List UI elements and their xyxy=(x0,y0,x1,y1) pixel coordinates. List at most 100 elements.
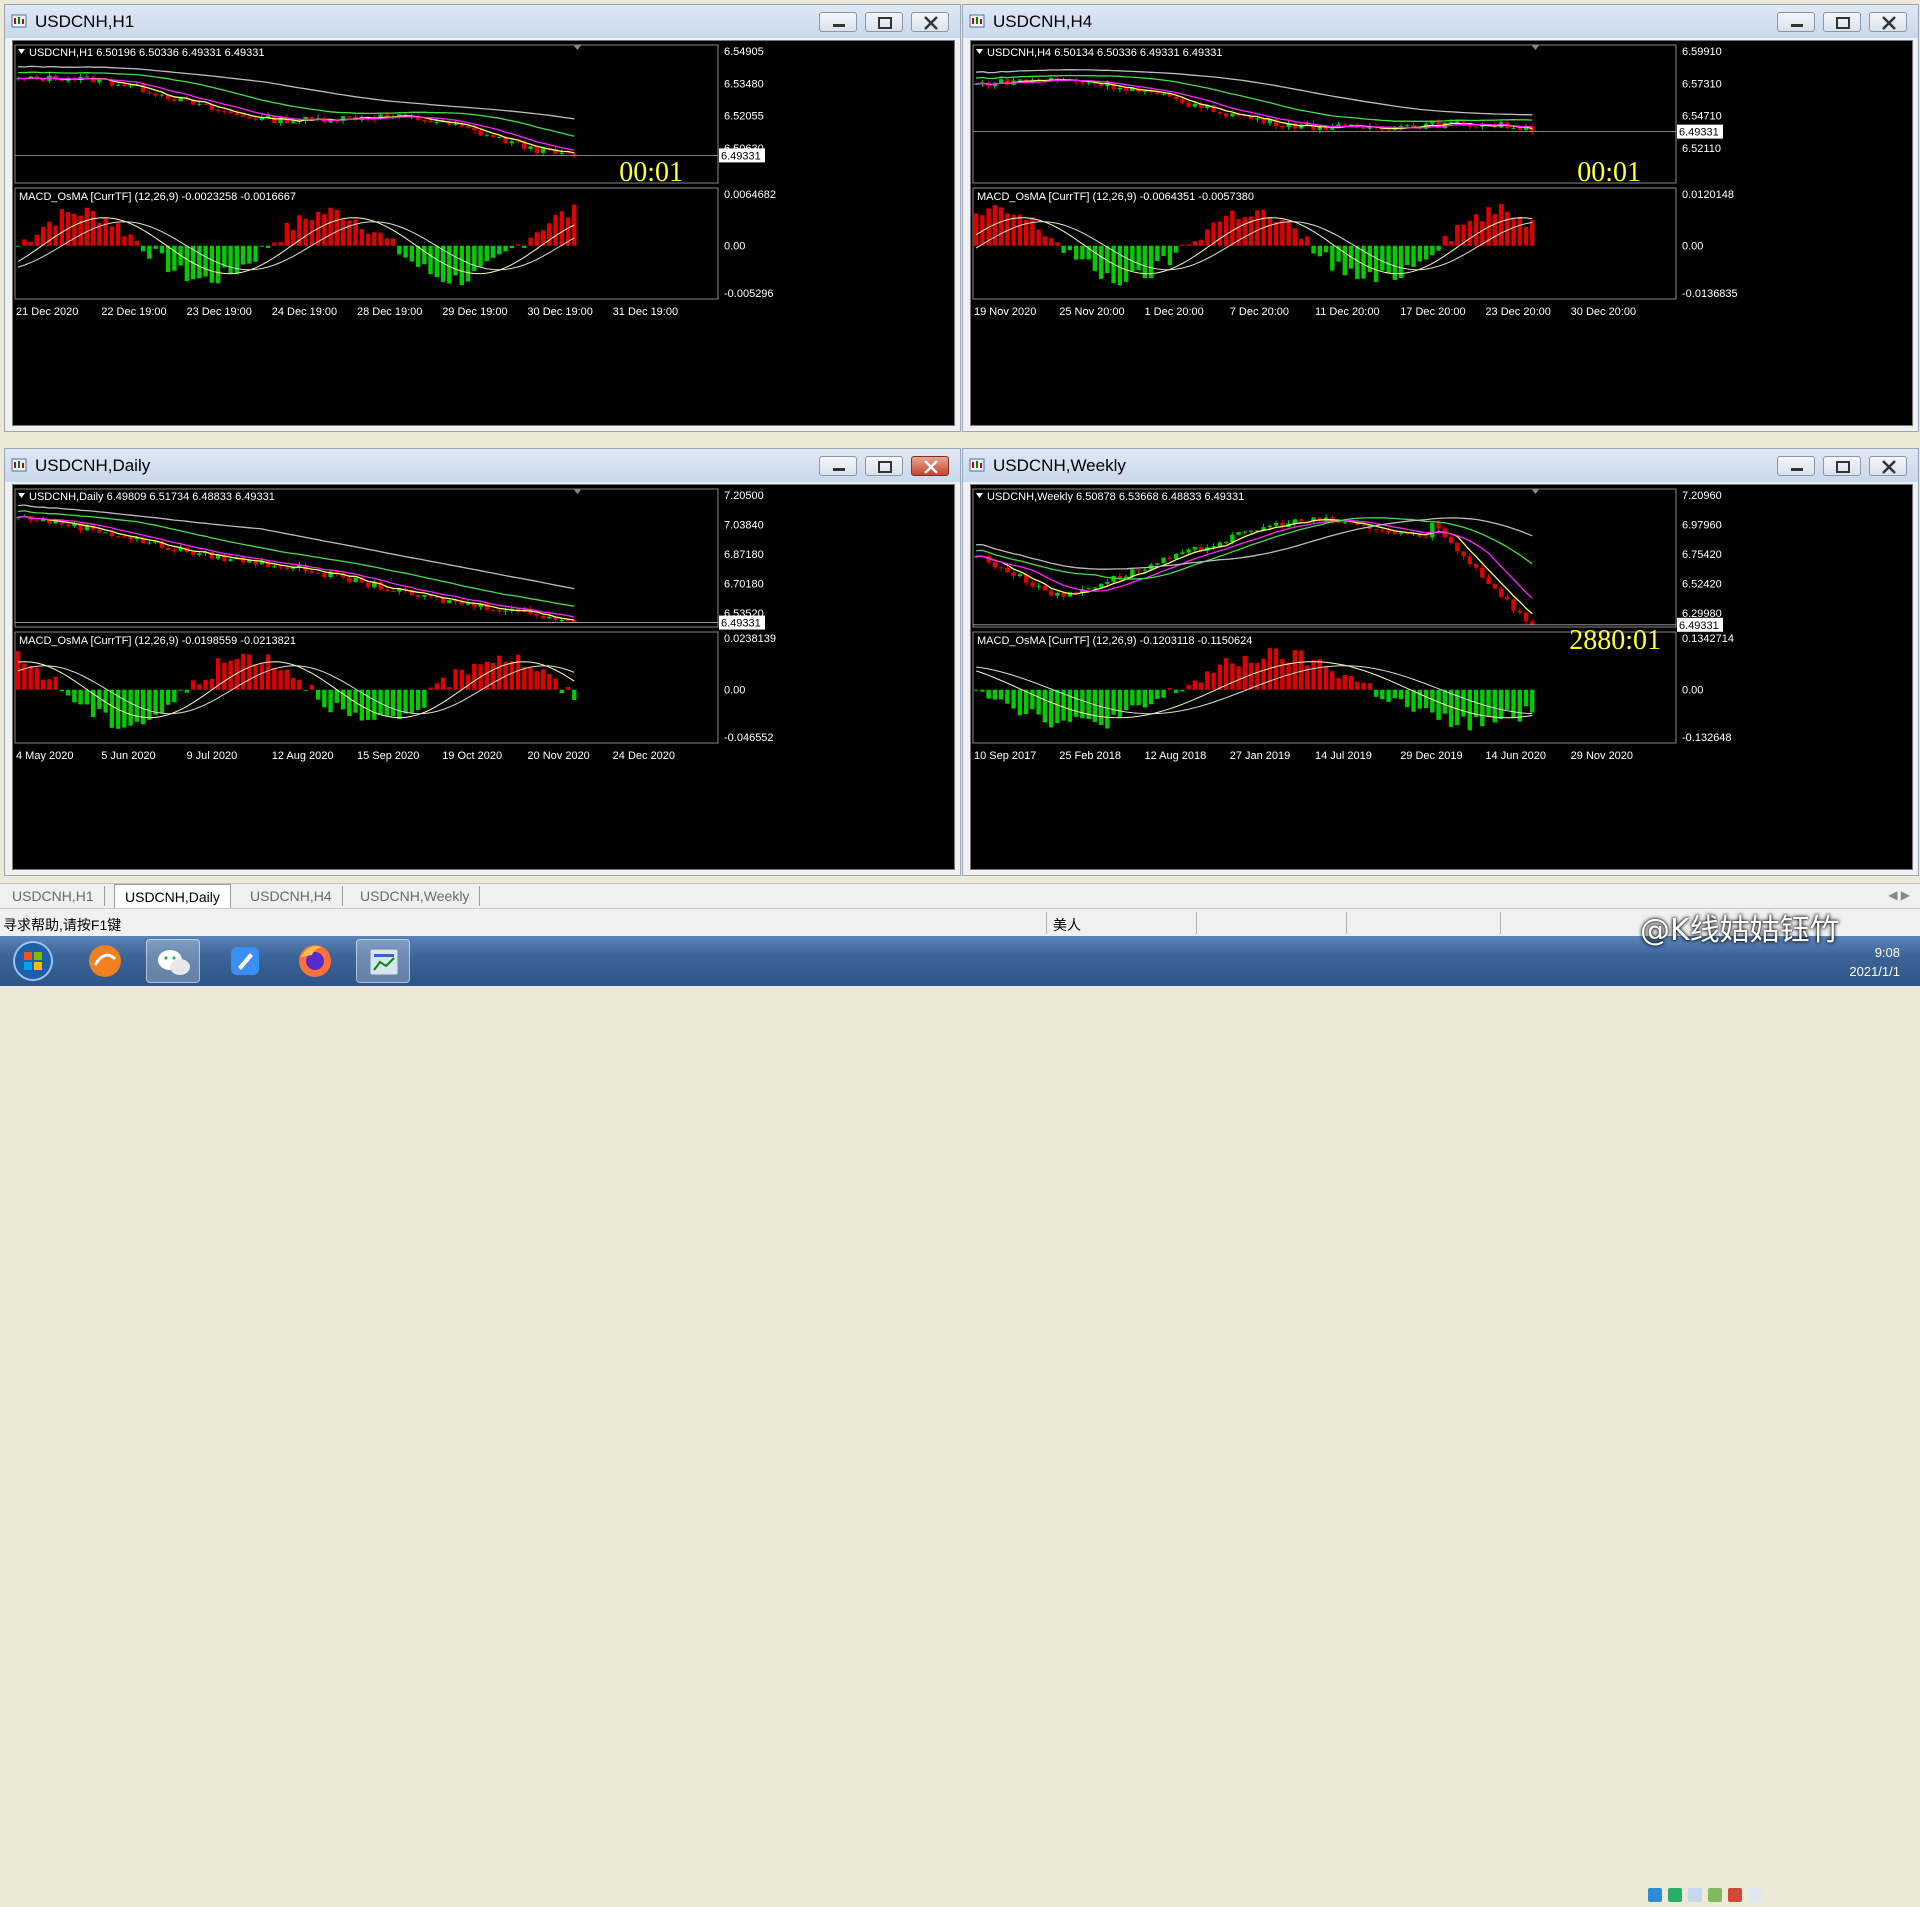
start-orb-icon[interactable] xyxy=(6,939,60,983)
close-button[interactable] xyxy=(911,456,949,476)
macd-histogram-bar xyxy=(428,687,433,690)
macd-histogram-bar xyxy=(378,232,383,246)
macd-histogram-bar xyxy=(372,689,377,720)
chart-header-dropdown-icon[interactable] xyxy=(18,49,25,54)
macd-histogram-bar xyxy=(128,234,133,246)
chart-header-dropdown-icon[interactable] xyxy=(18,493,25,498)
chart-area[interactable]: USDCNH,H4 6.50134 6.50336 6.49331 6.4933… xyxy=(970,40,1913,426)
close-button[interactable] xyxy=(1869,456,1907,476)
macd-histogram-bar xyxy=(365,689,371,720)
candle-body xyxy=(1423,536,1429,538)
chart-shift-marker-icon[interactable] xyxy=(573,489,582,494)
candle-body xyxy=(322,572,327,577)
tray-signal-icon[interactable] xyxy=(1748,1888,1762,1902)
tab-usdcnh-weekly[interactable]: USDCNH,Weekly xyxy=(350,886,481,906)
macd-histogram-bar xyxy=(1073,689,1079,717)
macd-histogram-bar xyxy=(1436,689,1441,720)
chart-canvas[interactable]: USDCNH,H4 6.50134 6.50336 6.49331 6.4933… xyxy=(971,41,1914,427)
macd-histogram-bar xyxy=(1267,217,1273,246)
candle-body xyxy=(1030,582,1035,587)
chart-canvas[interactable]: USDCNH,Weekly 6.50878 6.53668 6.48833 6.… xyxy=(971,485,1914,871)
window-titlebar[interactable]: USDCNH,H1 xyxy=(5,5,960,38)
chart-window-weekly[interactable]: USDCNH,Weekly USDCNH,Weekly 6.50878 6.536… xyxy=(962,448,1919,876)
candle-body xyxy=(1248,530,1254,532)
macd-histogram-bar xyxy=(1067,689,1073,722)
tab-usdcnh-h4[interactable]: USDCNH,H4 xyxy=(240,886,343,906)
tray-mute-icon[interactable] xyxy=(1728,1888,1742,1902)
maximize-button[interactable] xyxy=(865,12,903,32)
window-titlebar[interactable]: USDCNH,Weekly xyxy=(963,449,1918,482)
candle-body xyxy=(490,135,496,138)
metatrader-icon[interactable] xyxy=(356,939,410,983)
app-icon[interactable] xyxy=(78,939,132,983)
macd-histogram-bar xyxy=(415,245,421,267)
macd-histogram-bar xyxy=(328,689,333,713)
chart-area[interactable]: USDCNH,H1 6.50196 6.50336 6.49331 6.4933… xyxy=(12,40,955,426)
tab-scroll-arrows[interactable]: ◀ ▶ xyxy=(1888,888,1910,902)
macd-histogram-bar xyxy=(1036,229,1041,246)
candle-body xyxy=(215,109,221,111)
chart-shift-marker-icon[interactable] xyxy=(1531,45,1540,50)
macd-histogram-bar xyxy=(1373,245,1379,282)
macd-axis-label: 0.1342714 xyxy=(1682,633,1734,645)
candle-body xyxy=(1117,87,1123,90)
maximize-button[interactable] xyxy=(865,456,903,476)
minimize-button[interactable] xyxy=(1777,12,1815,32)
candle-body xyxy=(1173,554,1179,559)
maximize-button[interactable] xyxy=(1823,456,1861,476)
chart-window-h1[interactable]: USDCNH,H1 USDCNH,H1 6.50196 6.50336 6.493… xyxy=(4,4,961,432)
taskbar: 9:08 2021/1/1 xyxy=(0,936,1920,1902)
macd-histogram-bar xyxy=(1480,689,1485,727)
chart-window-h4[interactable]: USDCNH,H4 USDCNH,H4 6.50134 6.50336 6.493… xyxy=(962,4,1919,432)
close-button[interactable] xyxy=(911,12,949,32)
candle-body xyxy=(353,577,358,583)
close-button[interactable] xyxy=(1869,12,1907,32)
chart-shift-marker-icon[interactable] xyxy=(573,45,582,50)
chart-area[interactable]: USDCNH,Weekly 6.50878 6.53668 6.48833 6.… xyxy=(970,484,1913,870)
macd-histogram-bar xyxy=(284,669,290,690)
macd-histogram-bar xyxy=(478,245,483,267)
candle-body xyxy=(103,532,108,534)
price-axis-label: 6.54905 xyxy=(724,46,764,58)
macd-histogram-bar xyxy=(1230,210,1235,246)
chart-canvas[interactable]: USDCNH,H1 6.50196 6.50336 6.49331 6.4933… xyxy=(13,41,956,427)
tab-usdcnh-h1[interactable]: USDCNH,H1 xyxy=(2,886,105,906)
time-axis-label: 5 Jun 2020 xyxy=(101,750,155,762)
firefox-icon[interactable] xyxy=(288,939,342,983)
tray-feather-icon[interactable] xyxy=(1648,1888,1662,1902)
minimize-button[interactable] xyxy=(819,456,857,476)
macd-histogram-bar xyxy=(322,213,327,246)
window-titlebar[interactable]: USDCNH,H4 xyxy=(963,5,1918,38)
chart-header-dropdown-icon[interactable] xyxy=(976,49,983,54)
tray-network-icon[interactable] xyxy=(1708,1888,1722,1902)
chart-area[interactable]: USDCNH,Daily 6.49809 6.51734 6.48833 6.4… xyxy=(12,484,955,870)
minimize-button[interactable] xyxy=(819,12,857,32)
macd-histogram-bar xyxy=(1523,689,1529,707)
tab-usdcnh-daily[interactable]: USDCNH,Daily xyxy=(114,884,231,908)
chart-window-icon xyxy=(11,14,27,28)
macd-histogram-bar xyxy=(1117,689,1123,718)
macd-histogram-bar xyxy=(465,674,471,690)
wechat-icon[interactable] xyxy=(146,939,200,983)
macd-histogram-bar xyxy=(403,689,408,714)
macd-histogram-bar xyxy=(1480,221,1485,246)
candle-body xyxy=(1161,557,1166,564)
minimize-button[interactable] xyxy=(1777,456,1815,476)
taskbar-clock[interactable]: 9:08 2021/1/1 xyxy=(1849,943,1900,981)
window-titlebar[interactable]: USDCNH,Daily xyxy=(5,449,960,482)
tray-shield-icon[interactable] xyxy=(1688,1888,1702,1902)
chart-canvas[interactable]: USDCNH,Daily 6.49809 6.51734 6.48833 6.4… xyxy=(13,485,956,871)
feishu-icon[interactable] xyxy=(218,939,272,983)
maximize-button[interactable] xyxy=(1823,12,1861,32)
chart-header-dropdown-icon[interactable] xyxy=(976,493,983,498)
macd-histogram-bar xyxy=(1017,689,1023,716)
macd-histogram-bar xyxy=(1136,689,1141,706)
chart-shift-marker-icon[interactable] xyxy=(1531,489,1540,494)
candle-body xyxy=(115,536,121,538)
candle-body xyxy=(1267,525,1273,528)
tray-wechat-icon[interactable] xyxy=(1668,1888,1682,1902)
macd-histogram-bar xyxy=(1092,245,1098,271)
candle-body xyxy=(1161,93,1166,95)
candle-body xyxy=(478,130,483,136)
chart-window-daily[interactable]: USDCNH,Daily USDCNH,Daily 6.49809 6.51734… xyxy=(4,448,961,876)
